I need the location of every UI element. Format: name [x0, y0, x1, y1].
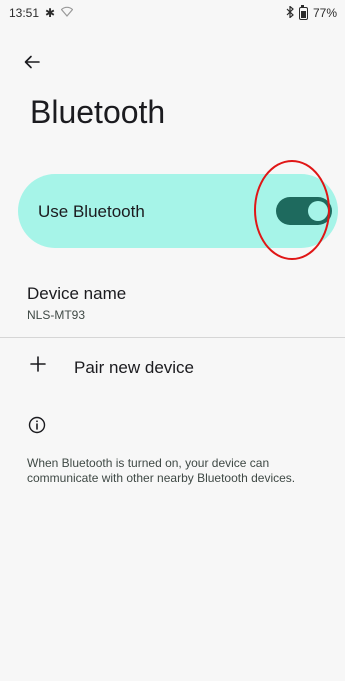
info-icon [28, 416, 46, 434]
pair-new-device-row[interactable]: Pair new device [0, 344, 345, 390]
device-name-row[interactable]: Device name NLS-MT93 [0, 278, 345, 334]
bluetooth-info-text: When Bluetooth is turned on, your device… [27, 456, 296, 485]
status-bar: 13:51 ✱ 77% [0, 0, 345, 26]
bluetooth-settings-screen: 13:51 ✱ 77% Bluetooth Use Bluetooth Devi… [0, 0, 345, 681]
battery-icon [298, 4, 308, 20]
plus-icon [30, 356, 46, 372]
bluetooth-switch[interactable] [276, 197, 332, 225]
status-right: 77% [286, 4, 337, 20]
use-bluetooth-toggle-row[interactable]: Use Bluetooth [18, 174, 338, 248]
settings-gear-icon: ✱ [45, 6, 56, 20]
switch-thumb [308, 201, 328, 221]
bluetooth-icon [286, 5, 294, 20]
page-title: Bluetooth [30, 94, 166, 130]
device-name-value: NLS-MT93 [27, 308, 86, 322]
wifi-icon [60, 6, 74, 20]
divider [0, 337, 345, 338]
arrow-left-icon [24, 55, 40, 69]
back-button[interactable] [18, 48, 46, 76]
pair-new-device-label: Pair new device [74, 358, 195, 377]
battery-level: 77% [312, 6, 337, 20]
use-bluetooth-label: Use Bluetooth [38, 202, 145, 221]
device-name-title: Device name [27, 284, 127, 303]
status-left: 13:51 ✱ [9, 6, 74, 20]
status-time: 13:51 [9, 6, 40, 20]
